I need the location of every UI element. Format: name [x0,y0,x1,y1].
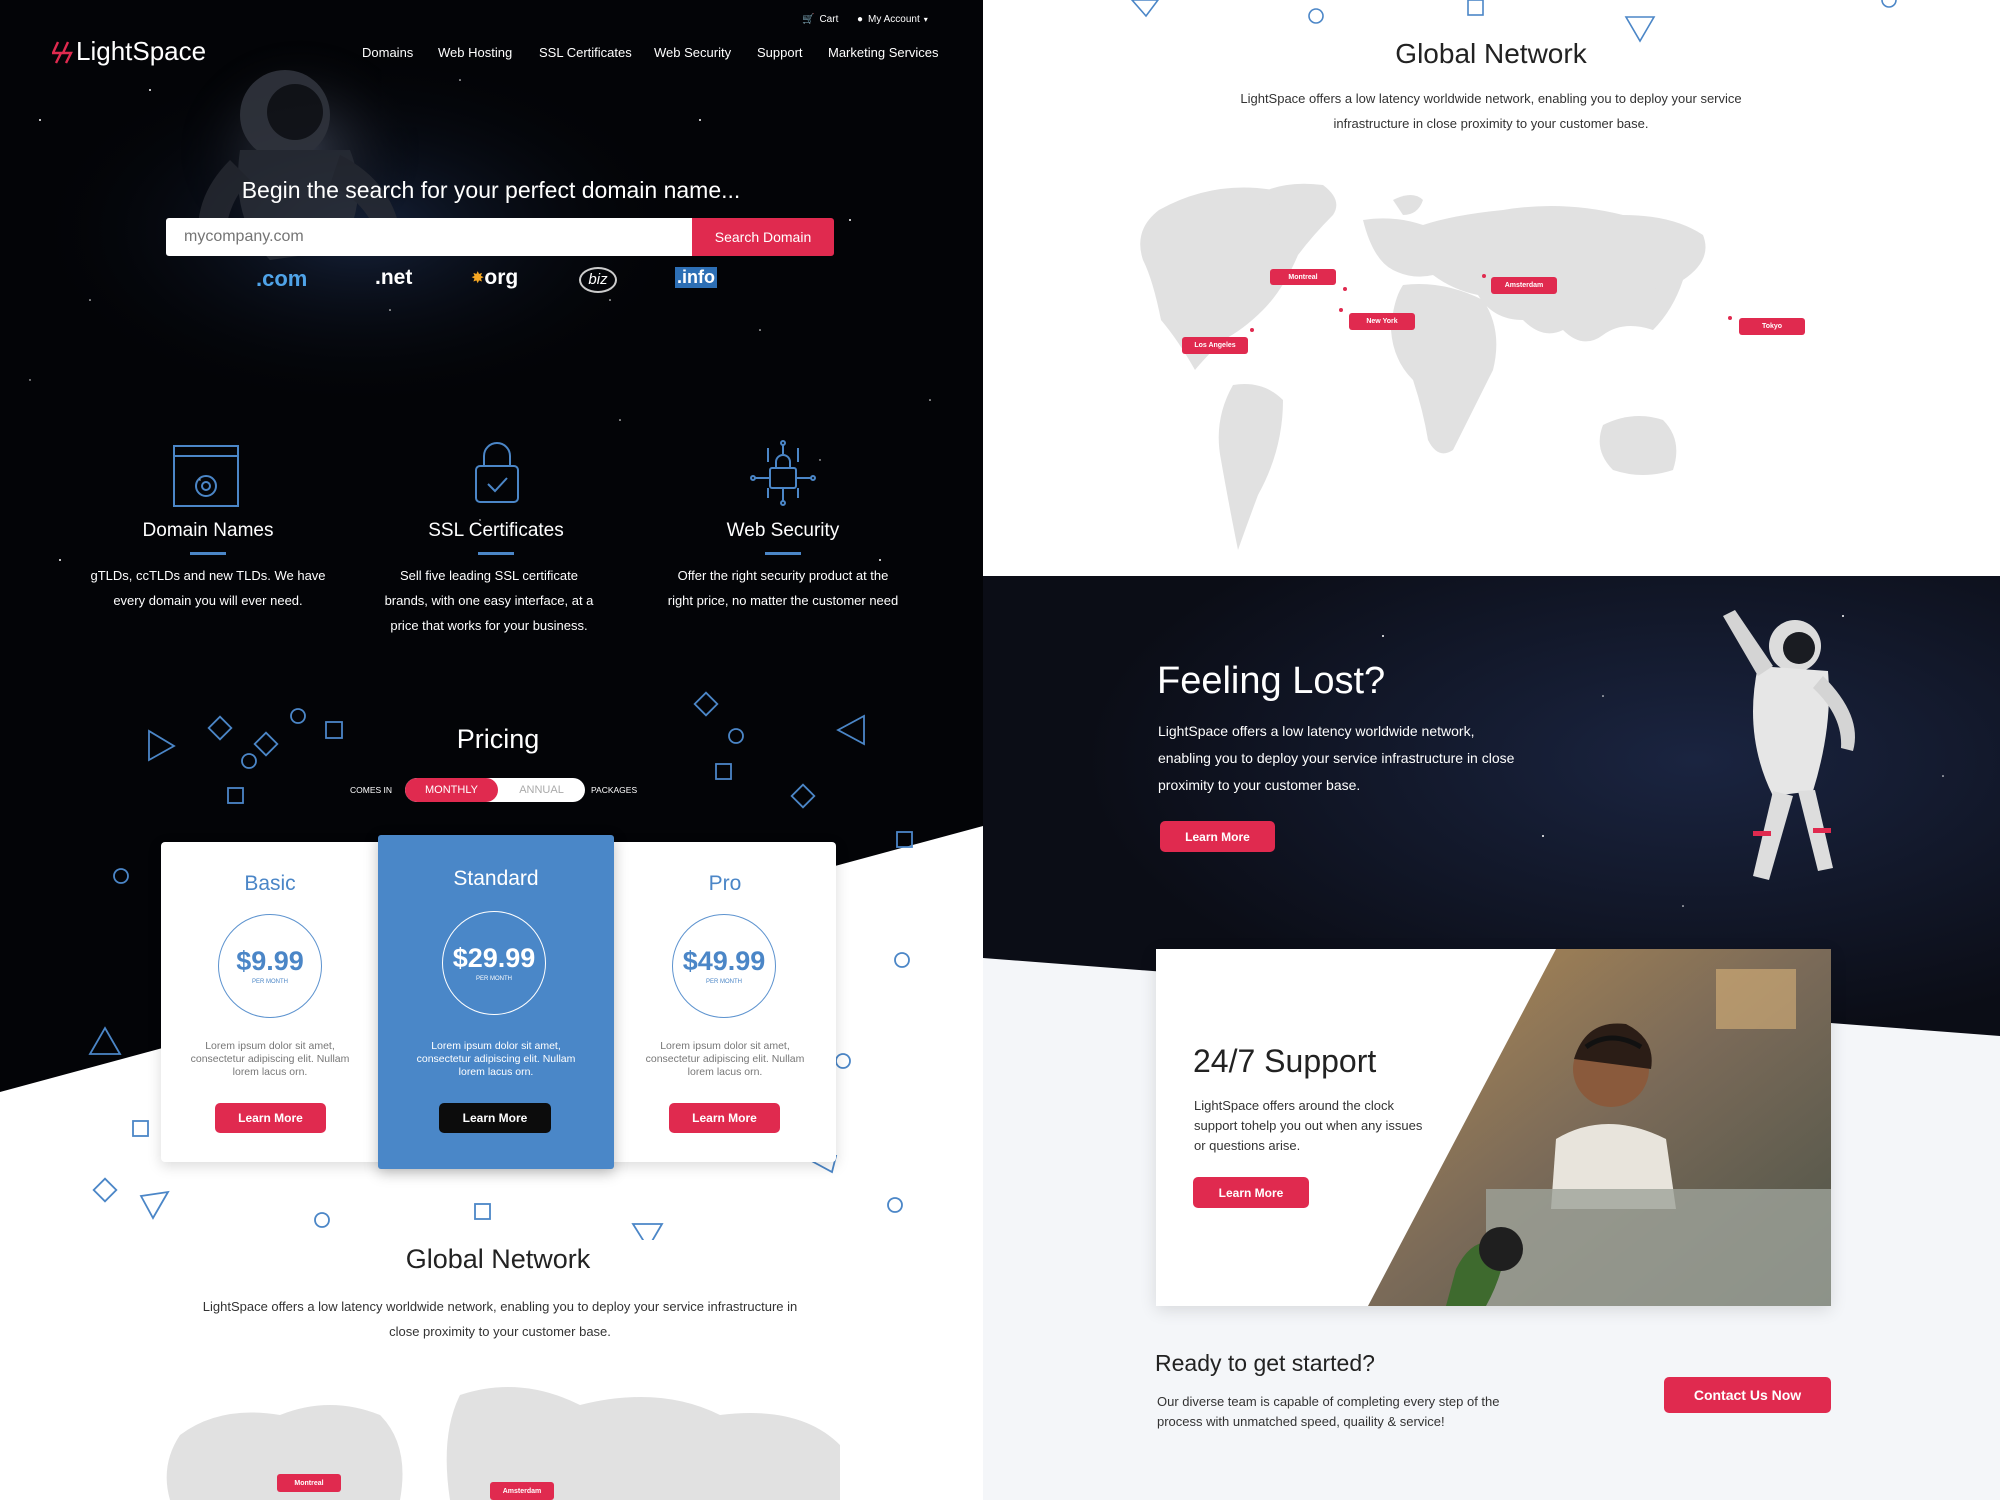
plan-card-pro: Pro $49.99 PER MONTH Lorem ipsum dolor s… [614,842,836,1162]
feature-text-domains: gTLDs, ccTLDs and new TLDs. We have ever… [90,568,326,608]
nav-support[interactable]: Support [757,45,803,60]
account-label: My Account [868,14,920,25]
tld-biz: biz [579,267,617,293]
cta-title: Ready to get started? [1155,1350,1375,1376]
brand-name: LightSpace [76,36,207,66]
feature-underline [765,552,801,555]
tld-org: org [484,266,519,289]
plan-description: Lorem ipsum dolor sit amet, consectetur … [416,1040,576,1078]
search-domain-button[interactable]: Search Domain [692,218,834,256]
plan-card-standard: Standard $29.99 PER MONTH Lorem ipsum do… [378,835,614,1169]
lightning-logo-icon [52,41,73,64]
left-panel: LightSpace 🛒 Cart ● My Account ▾ Domains… [0,0,983,1500]
circuit-lock-icon [750,440,816,506]
nav-domains[interactable]: Domains [362,45,413,60]
feature-underline [478,552,514,555]
learn-more-button[interactable]: Learn More [669,1103,780,1133]
map-pin-amsterdam[interactable]: Amsterdam [490,1482,554,1500]
nav-web-security[interactable]: Web Security [654,45,731,60]
chevron-down-icon: ▾ [923,15,928,24]
cta-text: Our diverse team is capable of completin… [1157,1394,1500,1429]
nav-ssl[interactable]: SSL Certificates [539,45,632,60]
domain-search-input[interactable] [166,218,692,256]
account-link[interactable]: ● My Account ▾ [857,14,928,25]
price-circle: $49.99 PER MONTH [672,914,776,1018]
learn-more-button[interactable]: Learn More [215,1103,326,1133]
feature-title-ssl: SSL Certificates [428,520,564,541]
plan-price: $49.99 [682,946,766,976]
global-network-title: Global Network [405,1244,591,1274]
map-pin-montreal[interactable]: Montreal [277,1474,341,1492]
plan-name: Standard [453,867,539,890]
plan-price: $29.99 [452,943,536,973]
feature-text-security: Offer the right security product at the … [667,568,899,608]
billing-toggle[interactable]: MONTHLY ANNUAL [405,778,585,802]
cart-link[interactable]: 🛒 Cart [802,14,838,25]
plan-description: Lorem ipsum dolor sit amet, consectetur … [190,1040,350,1078]
feeling-lost-text: LightSpace offers a low latency worldwid… [1158,723,1515,793]
feature-title-domains: Domain Names [142,520,274,541]
cart-label: Cart [819,14,839,25]
plan-price: $9.99 [236,946,304,976]
price-period: PER MONTH [476,976,512,982]
toggle-monthly[interactable]: MONTHLY [405,778,498,802]
right-panel: Global Network LightSpace offers a low l… [983,0,2000,1500]
plan-name: Basic [244,872,296,895]
support-title: 24/7 Support [1193,1043,1377,1079]
nav-marketing[interactable]: Marketing Services [828,45,939,60]
global-network-text: LightSpace offers a low latency worldwid… [202,1299,798,1339]
price-circle: $29.99 PER MONTH [442,911,546,1015]
page: LightSpace 🛒 Cart ● My Account ▾ Domains… [0,0,2000,1500]
user-icon: ● [857,14,864,25]
cart-icon: 🛒 [802,14,815,25]
learn-more-button[interactable]: Learn More [439,1103,551,1133]
feature-underline [190,552,226,555]
nav-web-hosting[interactable]: Web Hosting [438,45,512,60]
feature-title-security: Web Security [726,520,840,541]
support-card: 24/7 Support LightSpace offers around th… [1156,949,1831,1306]
comes-in-label: COMES IN [350,785,393,795]
brand-logo[interactable]: LightSpace [52,36,206,67]
plan-card-basic: Basic $9.99 PER MONTH Lorem ipsum dolor … [161,842,379,1162]
map-pin-dots [1250,274,1732,332]
feature-text-ssl: Sell five leading SSL certificate brands… [384,568,594,633]
learn-more-button[interactable]: Learn More [1193,1177,1309,1208]
browser-gear-icon [173,445,239,507]
contact-us-button[interactable]: Contact Us Now [1664,1377,1831,1413]
hero-heading: Begin the search for your perfect domain… [241,177,741,203]
feeling-lost-title: Feeling Lost? [1157,660,1386,702]
price-period: PER MONTH [252,979,288,985]
tld-info: .info [675,267,717,288]
plan-description: Lorem ipsum dolor sit amet, consectetur … [645,1040,805,1078]
pricing-title: Pricing [456,724,540,754]
price-circle: $9.99 PER MONTH [218,914,322,1018]
packages-label: PACKAGES [591,785,638,795]
support-text: LightSpace offers around the clock suppo… [1194,1098,1423,1153]
plan-name: Pro [708,872,742,895]
toggle-annual[interactable]: ANNUAL [498,778,585,802]
tld-com: .com [256,266,308,291]
price-period: PER MONTH [706,979,742,985]
padlock-icon [475,442,519,503]
learn-more-button[interactable]: Learn More [1160,821,1275,852]
tld-org-logo: ✸ org [471,266,518,290]
tld-net: .net [375,266,413,289]
org-dot-icon: ✸ [471,270,485,287]
